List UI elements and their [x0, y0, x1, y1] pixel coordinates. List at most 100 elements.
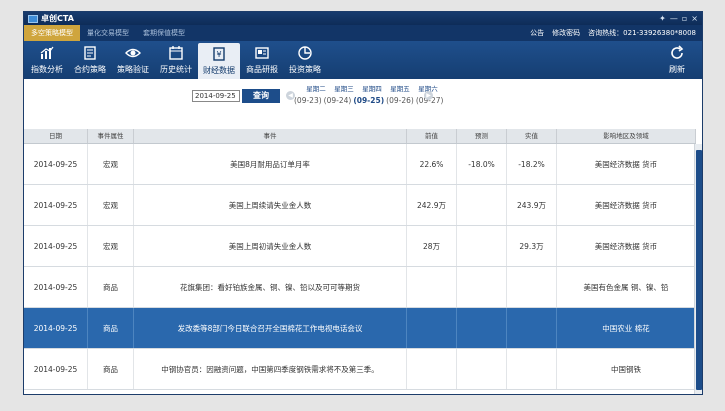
- cell-forecast: [457, 226, 507, 266]
- tool-contract-strategy[interactable]: 合约策略: [69, 41, 111, 79]
- tool-commodity-report[interactable]: 商品研报: [241, 41, 283, 79]
- toolbar: 指数分析 合约策略 策略验证 历史统计 ¥ 财经数据 商品研报 投资策略 刷新: [24, 41, 702, 79]
- cell-event: 中钢协官员：因融资问题，中国第四季度钢铁需求将不及第三季。: [134, 349, 407, 389]
- tool-label: 投资策略: [289, 65, 321, 74]
- date-filter-bar: 查询 ◀ 星期二 星期三 星期四 星期五 星期六 (09-23) (09-24)…: [24, 79, 702, 129]
- title-bar: 卓创CTA ✦ — ▫ ×: [24, 12, 702, 25]
- app-logo: [28, 14, 38, 23]
- table-row-selected[interactable]: 2014-09-25 商品 发改委等8部门今日联合召开全国棉花工作电视电话会议 …: [24, 308, 696, 349]
- column-header[interactable]: 前值: [407, 129, 457, 143]
- next-week-arrow-icon[interactable]: ▶: [424, 91, 433, 100]
- calendar-icon: [169, 46, 183, 60]
- query-button[interactable]: 查询: [242, 89, 280, 103]
- menu-item-long-short[interactable]: 多空策略模型: [24, 25, 80, 41]
- tool-strategy-verify[interactable]: 策略验证: [112, 41, 154, 79]
- cell-prev: [407, 267, 457, 307]
- table-row[interactable]: 2014-09-25 宏观 美国上周续请失业金人数 242.9万 243.9万 …: [24, 185, 696, 226]
- date-option[interactable]: (09-26): [386, 96, 414, 105]
- table-row[interactable]: 2014-09-25 宏观 美国上周初请失业金人数 28万 29.3万 美国经济…: [24, 226, 696, 267]
- cell-date: 2014-09-25: [24, 226, 88, 266]
- cell-area: 中国农业 棉花: [557, 308, 696, 348]
- cell-area: 中国钢铁: [557, 349, 696, 389]
- cell-actual: 243.9万: [507, 185, 557, 225]
- change-password-link[interactable]: 修改密码: [552, 28, 580, 38]
- cell-date: 2014-09-25: [24, 185, 88, 225]
- date-option[interactable]: (09-24): [324, 96, 352, 105]
- weekday-label: 星期四: [362, 85, 382, 93]
- tool-label: 指数分析: [31, 65, 63, 74]
- cell-prev: 22.6%: [407, 144, 457, 184]
- menu-right: 公告 修改密码 咨询热线：021-33926380*8008: [530, 28, 702, 38]
- app-title: 卓创CTA: [41, 14, 74, 23]
- restore-button[interactable]: ▫: [682, 14, 687, 23]
- cell-area: 美国经济数据 货币: [557, 226, 696, 266]
- column-header[interactable]: 实值: [507, 129, 557, 143]
- svg-text:¥: ¥: [216, 50, 221, 59]
- cell-event: 美国上周续请失业金人数: [134, 185, 407, 225]
- refresh-icon: [671, 45, 684, 59]
- cell-event: 花旗集团：看好铂族金属、铜、镍、铅以及可可等期货: [134, 267, 407, 307]
- cell-forecast: [457, 185, 507, 225]
- cell-type: 宏观: [88, 185, 134, 225]
- date-input[interactable]: [192, 90, 240, 102]
- hotline-text: 咨询热线：021-33926380*8008: [588, 29, 696, 37]
- cell-prev: [407, 308, 457, 348]
- tool-finance-data[interactable]: ¥ 财经数据: [198, 43, 240, 79]
- cell-area: 美国经济数据 货币: [557, 144, 696, 184]
- cell-date: 2014-09-25: [24, 144, 88, 184]
- column-header[interactable]: 事件属性: [88, 129, 134, 143]
- cell-prev: [407, 349, 457, 389]
- report-icon: [255, 47, 269, 59]
- cell-date: 2014-09-25: [24, 349, 88, 389]
- cell-event: 美国上周初请失业金人数: [134, 226, 407, 266]
- table-row[interactable]: 2014-09-25 商品 花旗集团：看好铂族金属、铜、镍、铅以及可可等期货 美…: [24, 267, 696, 308]
- cell-date: 2014-09-25: [24, 267, 88, 307]
- cell-forecast: [457, 267, 507, 307]
- tool-label: 策略验证: [117, 65, 149, 74]
- announce-link[interactable]: 公告: [530, 28, 544, 38]
- cell-type: 商品: [88, 308, 134, 348]
- cell-type: 商品: [88, 267, 134, 307]
- date-option-selected[interactable]: (09-25): [353, 96, 384, 105]
- column-header[interactable]: 影响地区及领域: [557, 129, 696, 143]
- menu-item-hedge[interactable]: 套期保值模型: [136, 25, 192, 41]
- cell-forecast: [457, 349, 507, 389]
- eye-icon: [125, 48, 141, 58]
- column-header[interactable]: 日期: [24, 129, 88, 143]
- cell-event: 美国8月耐用品订单月率: [134, 144, 407, 184]
- weekday-row: 星期二 星期三 星期四 星期五 星期六: [302, 83, 442, 93]
- minimize-button[interactable]: —: [670, 14, 678, 23]
- cell-forecast: [457, 308, 507, 348]
- cell-forecast: -18.0%: [457, 144, 507, 184]
- cell-area: 美国经济数据 货币: [557, 185, 696, 225]
- app-window: 卓创CTA ✦ — ▫ × 多空策略模型 量化交易模型 套期保值模型 公告 修改…: [23, 11, 703, 395]
- table-row[interactable]: 2014-09-25 宏观 美国8月耐用品订单月率 22.6% -18.0% -…: [24, 144, 696, 185]
- tool-label: 财经数据: [203, 66, 235, 75]
- close-button[interactable]: ×: [691, 14, 698, 23]
- refresh-label: 刷新: [669, 65, 685, 74]
- pin-icon[interactable]: ✦: [659, 14, 666, 23]
- strategy-icon: [298, 46, 312, 60]
- column-header[interactable]: 事件: [134, 129, 407, 143]
- weekday-label: 星期二: [306, 85, 326, 93]
- weekday-label: 星期三: [334, 85, 354, 93]
- date-option[interactable]: (09-23): [294, 96, 322, 105]
- column-header[interactable]: 预测: [457, 129, 507, 143]
- cell-prev: 242.9万: [407, 185, 457, 225]
- cell-date: 2014-09-25: [24, 308, 88, 348]
- scrollbar-thumb[interactable]: [696, 150, 702, 390]
- finance-icon: ¥: [213, 47, 225, 61]
- cell-actual: [507, 267, 557, 307]
- document-icon: [84, 46, 96, 60]
- date-row: (09-23) (09-24) (09-25) (09-26) (09-27): [294, 96, 445, 105]
- chart-icon: [40, 46, 54, 59]
- tool-index-analysis[interactable]: 指数分析: [26, 41, 68, 79]
- table-row[interactable]: 2014-09-25 商品 中钢协官员：因融资问题，中国第四季度钢铁需求将不及第…: [24, 349, 696, 390]
- tool-investment-strategy[interactable]: 投资策略: [284, 41, 326, 79]
- table-body: 2014-09-25 宏观 美国8月耐用品订单月率 22.6% -18.0% -…: [24, 144, 696, 390]
- refresh-button[interactable]: 刷新: [656, 41, 698, 79]
- vertical-scrollbar[interactable]: [694, 144, 702, 394]
- tool-history-stats[interactable]: 历史统计: [155, 41, 197, 79]
- tool-label: 合约策略: [74, 65, 106, 74]
- menu-item-quant[interactable]: 量化交易模型: [80, 25, 136, 41]
